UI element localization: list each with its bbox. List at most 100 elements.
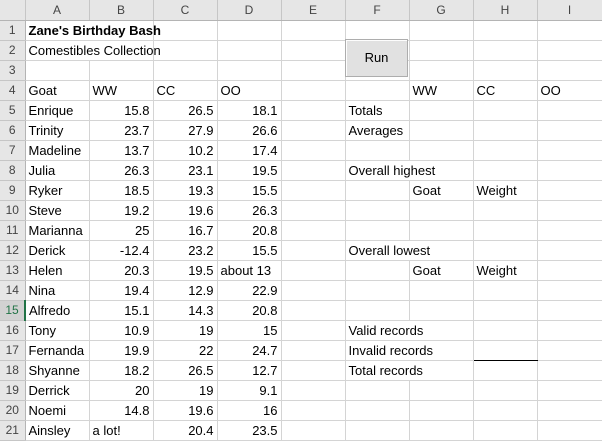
cell-c10[interactable]: 19.6 — [153, 200, 218, 221]
cell-f4[interactable] — [345, 80, 410, 101]
cell-e13[interactable] — [281, 260, 346, 281]
cell-c1[interactable] — [153, 20, 218, 41]
cell-f1[interactable] — [345, 20, 410, 41]
cell-e21[interactable] — [281, 420, 346, 441]
cell-f11[interactable] — [345, 220, 410, 241]
cell-b5[interactable]: 15.8 — [89, 100, 154, 121]
cell-g19[interactable] — [409, 380, 474, 401]
cell-h8[interactable] — [473, 160, 538, 181]
cell-c15[interactable]: 14.3 — [153, 300, 218, 321]
cell-f6[interactable]: Averages — [345, 120, 410, 141]
select-all-corner[interactable] — [0, 0, 26, 21]
column-header-f[interactable]: F — [345, 0, 410, 21]
cell-f12[interactable]: Overall lowest — [345, 240, 430, 261]
cell-g20[interactable] — [409, 400, 474, 421]
cell-a17[interactable]: Fernanda — [25, 340, 90, 361]
cell-d10[interactable]: 26.3 — [217, 200, 282, 221]
cell-e19[interactable] — [281, 380, 346, 401]
cell-h15[interactable] — [473, 300, 538, 321]
cell-a6[interactable]: Trinity — [25, 120, 90, 141]
cell-c5[interactable]: 26.5 — [153, 100, 218, 121]
row-header-13[interactable]: 13 — [0, 260, 26, 281]
row-header-21[interactable]: 21 — [0, 420, 26, 441]
cell-a18[interactable]: Shyanne — [25, 360, 90, 381]
column-header-i[interactable]: I — [537, 0, 602, 21]
cell-f17[interactable]: Invalid records — [345, 340, 433, 361]
cell-d3[interactable] — [217, 60, 282, 81]
cell-h16[interactable] — [473, 320, 538, 341]
cell-f19[interactable] — [345, 380, 410, 401]
cell-d18[interactable]: 12.7 — [217, 360, 282, 381]
cell-a7[interactable]: Madeline — [25, 140, 90, 161]
column-header-c[interactable]: C — [153, 0, 218, 21]
cell-g6[interactable] — [409, 120, 474, 141]
cell-e8[interactable] — [281, 160, 346, 181]
row-header-2[interactable]: 2 — [0, 40, 26, 61]
cell-h7[interactable] — [473, 140, 538, 161]
column-header-h[interactable]: H — [473, 0, 538, 21]
cell-b21[interactable]: a lot! — [89, 420, 154, 441]
cell-a9[interactable]: Ryker — [25, 180, 90, 201]
cell-e10[interactable] — [281, 200, 346, 221]
cell-i14[interactable] — [537, 280, 602, 301]
row-header-16[interactable]: 16 — [0, 320, 26, 341]
row-header-19[interactable]: 19 — [0, 380, 26, 401]
cell-d20[interactable]: 16 — [217, 400, 282, 421]
cell-f9[interactable] — [345, 180, 410, 201]
cell-h9[interactable]: Weight — [473, 180, 538, 201]
cell-g9[interactable]: Goat — [409, 180, 474, 201]
cell-e2[interactable] — [281, 40, 346, 61]
cell-f7[interactable] — [345, 140, 410, 161]
cell-a14[interactable]: Nina — [25, 280, 90, 301]
cell-a8[interactable]: Julia — [25, 160, 90, 181]
cell-c4[interactable]: CC — [153, 80, 218, 101]
cell-c20[interactable]: 19.6 — [153, 400, 218, 421]
cell-h20[interactable] — [473, 400, 538, 421]
cell-b10[interactable]: 19.2 — [89, 200, 154, 221]
cell-h6[interactable] — [473, 120, 538, 141]
cell-g4[interactable]: WW — [409, 80, 474, 101]
cell-h3[interactable] — [473, 60, 538, 81]
cell-b12[interactable]: -12.4 — [89, 240, 154, 261]
cell-d1[interactable] — [217, 20, 282, 41]
cell-c16[interactable]: 19 — [153, 320, 218, 341]
cell-i5[interactable] — [537, 100, 602, 121]
cell-e12[interactable] — [281, 240, 346, 261]
cell-i20[interactable] — [537, 400, 602, 421]
cell-g14[interactable] — [409, 280, 474, 301]
cell-i3[interactable] — [537, 60, 602, 81]
row-header-10[interactable]: 10 — [0, 200, 26, 221]
cell-d15[interactable]: 20.8 — [217, 300, 282, 321]
cell-e1[interactable] — [281, 20, 346, 41]
column-header-a[interactable]: A — [25, 0, 90, 21]
cell-e11[interactable] — [281, 220, 346, 241]
cell-b18[interactable]: 18.2 — [89, 360, 154, 381]
cell-b11[interactable]: 25 — [89, 220, 154, 241]
cell-c13[interactable]: 19.5 — [153, 260, 218, 281]
cell-h12[interactable] — [473, 240, 538, 261]
row-header-20[interactable]: 20 — [0, 400, 26, 421]
cell-e15[interactable] — [281, 300, 346, 321]
cell-g10[interactable] — [409, 200, 474, 221]
cell-d13[interactable]: about 13 — [217, 260, 282, 281]
cell-h13[interactable]: Weight — [473, 260, 538, 281]
cell-i18[interactable] — [537, 360, 602, 381]
cell-i15[interactable] — [537, 300, 602, 321]
cell-e18[interactable] — [281, 360, 346, 381]
cell-i16[interactable] — [537, 320, 602, 341]
cell-i9[interactable] — [537, 180, 602, 201]
row-header-6[interactable]: 6 — [0, 120, 26, 141]
cell-i1[interactable] — [537, 20, 602, 41]
cell-e17[interactable] — [281, 340, 346, 361]
cell-e9[interactable] — [281, 180, 346, 201]
cell-f21[interactable] — [345, 420, 410, 441]
cell-c9[interactable]: 19.3 — [153, 180, 218, 201]
cell-d14[interactable]: 22.9 — [217, 280, 282, 301]
cell-b7[interactable]: 13.7 — [89, 140, 154, 161]
row-header-1[interactable]: 1 — [0, 20, 26, 41]
cell-b3[interactable] — [89, 60, 154, 81]
cell-c3[interactable] — [153, 60, 218, 81]
column-header-g[interactable]: G — [409, 0, 474, 21]
row-header-3[interactable]: 3 — [0, 60, 26, 81]
cell-i11[interactable] — [537, 220, 602, 241]
